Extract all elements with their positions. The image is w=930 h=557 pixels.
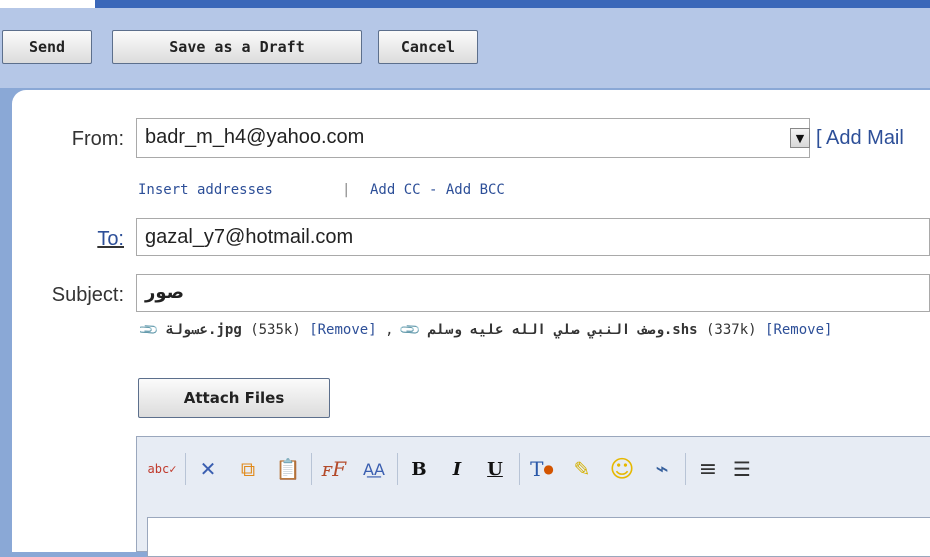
toolbar-separator xyxy=(397,453,398,485)
spellcheck-icon[interactable]: abc ✓ xyxy=(147,455,177,483)
header-accent-bar xyxy=(95,0,930,8)
save-draft-button[interactable]: Save as a Draft xyxy=(112,30,362,64)
insert-addresses-link[interactable]: Insert addresses xyxy=(138,182,273,198)
subject-label: Subject: xyxy=(51,284,124,306)
toolbar-separator xyxy=(185,453,186,485)
from-dropdown-arrow-icon[interactable]: ▼ xyxy=(790,128,810,148)
cancel-button[interactable]: Cancel xyxy=(378,30,478,64)
to-label-link[interactable]: To: xyxy=(20,228,124,251)
paste-icon[interactable]: 📋 xyxy=(273,455,303,483)
add-cc-bcc-link[interactable]: Add CC - Add BCC xyxy=(370,182,505,198)
from-label: From: xyxy=(71,128,124,150)
address-links-separator: | xyxy=(342,182,351,198)
attachment-size: (337k) xyxy=(706,322,757,338)
toolbar-separator xyxy=(685,453,686,485)
remove-attachment-link[interactable]: [Remove] xyxy=(765,322,832,338)
remove-attachment-link[interactable]: [Remove] xyxy=(309,322,376,338)
rich-text-editor: abc ✓ ✕ ⧉ 📋 ꜰF A͟A B I U T ● ✎ ☺ ⌁ ≡ ☰ xyxy=(136,436,930,557)
toolbar-separator xyxy=(519,453,520,485)
top-strip xyxy=(0,0,930,8)
align-icon[interactable]: ≡ xyxy=(693,455,723,483)
send-button[interactable]: Send xyxy=(2,30,92,64)
to-input[interactable]: gazal_y7@hotmail.com xyxy=(136,218,930,256)
font-icon[interactable]: ꜰF xyxy=(319,455,349,483)
insert-link-icon[interactable]: ⌁ xyxy=(647,455,677,483)
attachment-list: 📎 عسولة.jpg (535k) [Remove] , 📎 وصف النب… xyxy=(140,322,930,346)
copy-icon[interactable]: ⧉ xyxy=(233,455,263,483)
bold-icon[interactable]: B xyxy=(405,455,433,483)
compose-toolbar: Send Save as a Draft Cancel xyxy=(0,8,930,88)
list-icon[interactable]: ☰ xyxy=(729,455,755,483)
paperclip-icon: 📎 xyxy=(140,322,161,342)
emoticon-icon[interactable]: ☺ xyxy=(607,455,637,483)
attachment-name: وصف النبي صلي الله عليه وسلم.shs xyxy=(427,322,698,338)
cut-icon[interactable]: ✕ xyxy=(193,455,223,483)
attach-files-button[interactable]: Attach Files xyxy=(138,378,330,418)
text-color-icon[interactable]: T ● xyxy=(527,455,557,483)
attachment-name: عسولة.jpg xyxy=(165,322,242,338)
font-size-icon[interactable]: A͟A xyxy=(359,455,389,483)
highlight-icon[interactable]: ✎ xyxy=(567,455,597,483)
subject-input[interactable]: صور xyxy=(136,274,930,312)
attachment-size: (535k) xyxy=(250,322,301,338)
attachment-separator: , xyxy=(385,322,394,338)
toolbar-separator xyxy=(311,453,312,485)
italic-icon[interactable]: I xyxy=(443,455,471,483)
message-body-editor[interactable] xyxy=(147,517,930,557)
from-select[interactable]: badr_m_h4@yahoo.com xyxy=(136,118,810,158)
paperclip-icon: 📎 xyxy=(398,322,423,342)
underline-icon[interactable]: U xyxy=(481,455,509,483)
to-label-text[interactable]: To: xyxy=(97,228,124,250)
add-mail-link[interactable]: [ Add Mail xyxy=(816,127,904,150)
